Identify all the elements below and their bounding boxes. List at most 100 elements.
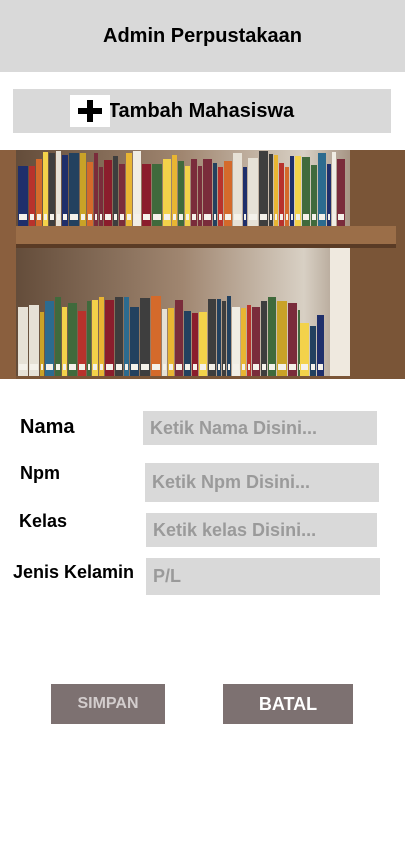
book-label: [291, 214, 293, 220]
kelas-input[interactable]: [146, 513, 377, 547]
book-label: [141, 364, 149, 370]
book-label: [248, 364, 250, 370]
book-label: [303, 214, 309, 220]
book-label: [56, 364, 60, 370]
book-label: [114, 214, 117, 220]
book-label: [120, 214, 124, 220]
npm-input[interactable]: [145, 463, 379, 502]
book-label: [185, 364, 190, 370]
book-label: [37, 214, 41, 220]
book-label: [186, 214, 189, 220]
book-label: [296, 214, 300, 220]
book-label: [134, 214, 140, 220]
book-label: [169, 364, 173, 370]
book-label: [219, 214, 222, 220]
book-label: [275, 214, 277, 220]
book-label: [46, 364, 53, 370]
book-label: [19, 214, 27, 220]
book-label: [289, 364, 296, 370]
book-label: [312, 214, 316, 220]
book-label: [100, 214, 102, 220]
book-label: [242, 364, 245, 370]
book-label: [81, 214, 85, 220]
book-label: [30, 364, 38, 370]
book-label: [127, 214, 131, 220]
book-label: [164, 214, 170, 220]
book-label: [44, 214, 47, 220]
book-label: [214, 214, 216, 220]
book-label: [69, 364, 76, 370]
book-label: [301, 364, 308, 370]
book-label: [100, 364, 103, 370]
jenis-kelamin-label: Jenis Kelamin: [13, 562, 135, 582]
book-label: [225, 214, 231, 220]
book-label: [328, 214, 330, 220]
page-title: Admin Perpustakaan: [103, 24, 302, 47]
nama-label: Nama: [20, 416, 75, 438]
library-bookshelf-image: [0, 150, 405, 379]
save-button[interactable]: SIMPAN: [51, 684, 165, 724]
book-label: [192, 214, 196, 220]
book-label: [286, 214, 288, 220]
book-label: [176, 364, 182, 370]
book-label: [63, 364, 66, 370]
book-label: [19, 364, 27, 370]
book-label: [318, 364, 323, 370]
book-label: [280, 214, 283, 220]
book-label: [200, 364, 206, 370]
book-label: [311, 364, 315, 370]
plus-icon: [69, 95, 110, 127]
book-label: [204, 214, 211, 220]
book-label: [319, 214, 325, 220]
book-label: [333, 214, 335, 220]
book-label: [173, 214, 176, 220]
book-label: [179, 214, 183, 220]
app-header: Admin Perpustakaan: [0, 0, 405, 72]
book-label: [269, 364, 275, 370]
book-label: [50, 214, 54, 220]
book-label: [57, 214, 60, 220]
book-label: [262, 364, 266, 370]
book-label: [338, 214, 344, 220]
book-label: [260, 214, 267, 220]
book-label: [131, 364, 138, 370]
npm-label: Npm: [20, 463, 60, 483]
book-label: [153, 214, 161, 220]
book-label: [30, 214, 34, 220]
book-label: [218, 364, 220, 370]
book-label: [228, 364, 230, 370]
book-label: [163, 364, 166, 370]
nama-input[interactable]: [143, 411, 377, 445]
book-label: [143, 214, 150, 220]
jenis-kelamin-input[interactable]: [146, 558, 380, 595]
book-label: [105, 214, 111, 220]
book-label: [88, 214, 92, 220]
cancel-button[interactable]: BATAL: [223, 684, 353, 724]
book-label: [223, 364, 225, 370]
book-label: [95, 214, 97, 220]
book-label: [244, 214, 246, 220]
book-label: [70, 214, 78, 220]
book-label: [249, 214, 257, 220]
book-label: [234, 214, 241, 220]
kelas-label: Kelas: [19, 511, 68, 531]
book-label: [93, 364, 97, 370]
book-label: [152, 364, 160, 370]
book-label: [270, 214, 272, 220]
book-label: [209, 364, 215, 370]
add-student-label: Tambah Mahasiswa: [107, 99, 295, 122]
book-label: [41, 364, 43, 370]
book-label: [116, 364, 122, 370]
add-student-button[interactable]: Tambah Mahasiswa: [13, 89, 391, 133]
book-label: [88, 364, 90, 370]
book-label: [125, 364, 128, 370]
book-label: [233, 364, 239, 370]
book-label: [63, 214, 67, 220]
book-label: [106, 364, 113, 370]
book-label: [299, 364, 300, 370]
book-label: [193, 364, 197, 370]
book-label: [199, 214, 201, 220]
book-label: [79, 364, 85, 370]
book-label: [253, 364, 259, 370]
book-label: [278, 364, 286, 370]
